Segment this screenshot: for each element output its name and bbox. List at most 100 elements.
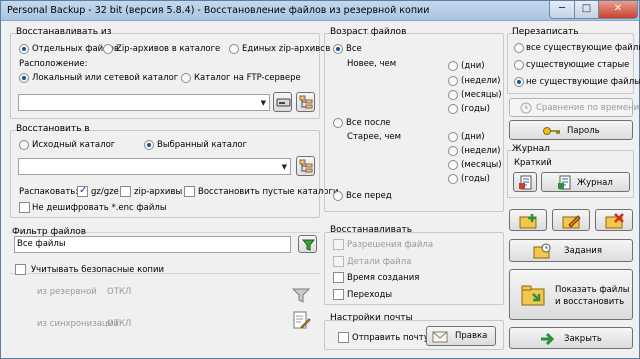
- radio-older-years[interactable]: [448, 174, 458, 184]
- source-path-combo[interactable]: ▼: [18, 94, 270, 111]
- task-delete-button[interactable]: [595, 209, 633, 231]
- browse-target-button[interactable]: [296, 156, 315, 176]
- task-add-button[interactable]: [509, 209, 547, 231]
- safe-copies-checkbox[interactable]: [15, 264, 26, 275]
- radio-newer-years[interactable]: [448, 104, 458, 114]
- details-label: Детали файла: [347, 257, 412, 267]
- overwrite-title: Перезаписать: [512, 27, 579, 37]
- radio-age-all[interactable]: [333, 44, 343, 54]
- close-button[interactable]: Закрыть: [509, 327, 633, 349]
- mail-edit-button[interactable]: Правка: [426, 326, 496, 346]
- file-filter-input[interactable]: Все файлы: [14, 236, 291, 253]
- zip-checkbox[interactable]: [120, 186, 131, 197]
- newer-months-label: (месяцы): [461, 90, 502, 100]
- journal-button[interactable]: Журнал: [541, 172, 630, 192]
- permissions-checkbox[interactable]: [333, 239, 344, 250]
- creation-time-checkbox[interactable]: [333, 272, 344, 283]
- radio-original-dir[interactable]: [19, 140, 29, 150]
- tasks-button-label: Задания: [564, 246, 602, 256]
- folder-restore-icon: [521, 285, 545, 306]
- password-button[interactable]: Пароль: [509, 120, 633, 140]
- radio-local-dir-label: Локальный или сетевой каталог: [32, 73, 179, 83]
- gz-checkbox[interactable]: [77, 185, 88, 197]
- radio-overwrite-none-label: не существующие файлы: [526, 77, 640, 87]
- radio-older-weeks[interactable]: [448, 146, 458, 156]
- radio-zip-in-dir[interactable]: [103, 44, 113, 54]
- restore-to-title: Восстановить в: [16, 124, 90, 134]
- radio-selected-dir[interactable]: [144, 140, 154, 150]
- restore-attrs-title: Восстанавливать: [330, 225, 413, 235]
- older-years-label: (годы): [461, 174, 490, 184]
- show-restore-button[interactable]: Показать файлы и восстановить: [509, 269, 633, 320]
- details-checkbox[interactable]: [333, 256, 344, 267]
- close-window-button[interactable]: ✕: [598, 1, 638, 19]
- older-weeks-label: (недели): [461, 146, 501, 156]
- restore-from-title: Восстанавливать из: [16, 27, 112, 37]
- radio-single-zip[interactable]: [229, 44, 239, 54]
- radio-ftp-dir[interactable]: [181, 73, 191, 83]
- select-drive-button[interactable]: [273, 92, 292, 112]
- from-backup-value: ОТКЛ: [107, 287, 132, 297]
- older-days-label: (дни): [461, 132, 485, 142]
- links-checkbox[interactable]: [333, 289, 344, 300]
- radio-older-days[interactable]: [448, 132, 458, 142]
- radio-newer-days[interactable]: [448, 61, 458, 71]
- radio-overwrite-all[interactable]: [514, 43, 524, 53]
- radio-all-before[interactable]: [333, 191, 343, 201]
- older-than-label: Старее, чем: [347, 132, 402, 142]
- newer-weeks-label: (недели): [461, 76, 501, 86]
- compare-time-button[interactable]: Сравнение по времени: [509, 98, 639, 117]
- main-window: Personal Backup - 32 bit (версия 5.8.4) …: [0, 0, 640, 359]
- send-mail-checkbox[interactable]: [338, 332, 349, 343]
- radio-ftp-dir-label: Каталог на FTP-сервере: [194, 73, 301, 83]
- location-label: Расположение:: [19, 59, 88, 69]
- task-edit-button[interactable]: [552, 209, 590, 231]
- radio-all-after[interactable]: [333, 118, 343, 128]
- radio-all-after-label: Все после: [346, 118, 391, 128]
- radio-local-dir[interactable]: [19, 73, 29, 83]
- exit-arrow-icon: [541, 332, 555, 346]
- radio-newer-weeks[interactable]: [448, 76, 458, 86]
- radio-overwrite-older-label: существующие старые: [526, 60, 630, 70]
- filter-button[interactable]: [298, 235, 317, 253]
- minimize-button[interactable]: ─: [549, 1, 575, 19]
- radio-overwrite-none[interactable]: [514, 77, 524, 87]
- radio-original-dir-label: Исходный каталог: [32, 140, 116, 150]
- show-restore-label-line1: Показать файлы: [555, 285, 630, 295]
- browse-source-button[interactable]: [296, 92, 315, 112]
- radio-overwrite-all-label: все существующие файлы: [526, 43, 640, 53]
- radio-age-all-label: Все: [346, 44, 362, 54]
- gz-checkbox-label: gz/gze: [91, 187, 119, 197]
- no-decrypt-checkbox[interactable]: [19, 202, 30, 213]
- folder-delete-icon: [605, 213, 624, 229]
- radio-zip-in-dir-label: Zip-архивов в каталоге: [116, 44, 221, 54]
- empty-dirs-checkbox[interactable]: [184, 186, 195, 197]
- maximize-button[interactable]: □: [574, 1, 599, 19]
- radio-older-months[interactable]: [448, 160, 458, 170]
- send-mail-label: Отправить почту: [352, 333, 429, 343]
- journal-mode: Краткий: [514, 158, 552, 168]
- file-age-title: Возраст файлов: [330, 27, 407, 37]
- folder-tree-icon: [299, 95, 313, 109]
- password-label: Пароль: [567, 126, 600, 136]
- target-path-combo[interactable]: ▼: [18, 158, 291, 175]
- creation-time-label: Время создания: [347, 273, 420, 283]
- from-backup-label: из резервной: [37, 287, 97, 297]
- drive-icon: [276, 98, 291, 107]
- no-decrypt-checkbox-label: Не дешифровать *.enc файлы: [32, 203, 167, 213]
- safe-edit-button[interactable]: [289, 309, 313, 331]
- show-restore-label-line2: и восстановить: [555, 297, 625, 307]
- radio-separate-files[interactable]: [19, 44, 29, 54]
- tasks-button[interactable]: Задания: [509, 239, 633, 262]
- safe-filter-button[interactable]: [289, 286, 313, 304]
- journal-open-button[interactable]: [513, 172, 537, 192]
- radio-newer-months[interactable]: [448, 90, 458, 100]
- journal-title: Журнал: [512, 144, 550, 154]
- zip-checkbox-label: zip-архивы: [134, 187, 183, 197]
- radio-overwrite-older[interactable]: [514, 60, 524, 70]
- mail-icon: [432, 331, 448, 343]
- mail-title: Настройки почты: [330, 313, 413, 323]
- unpack-label: Распаковать:: [19, 187, 79, 197]
- folder-tree-icon: [299, 159, 313, 173]
- newer-years-label: (годы): [461, 104, 490, 114]
